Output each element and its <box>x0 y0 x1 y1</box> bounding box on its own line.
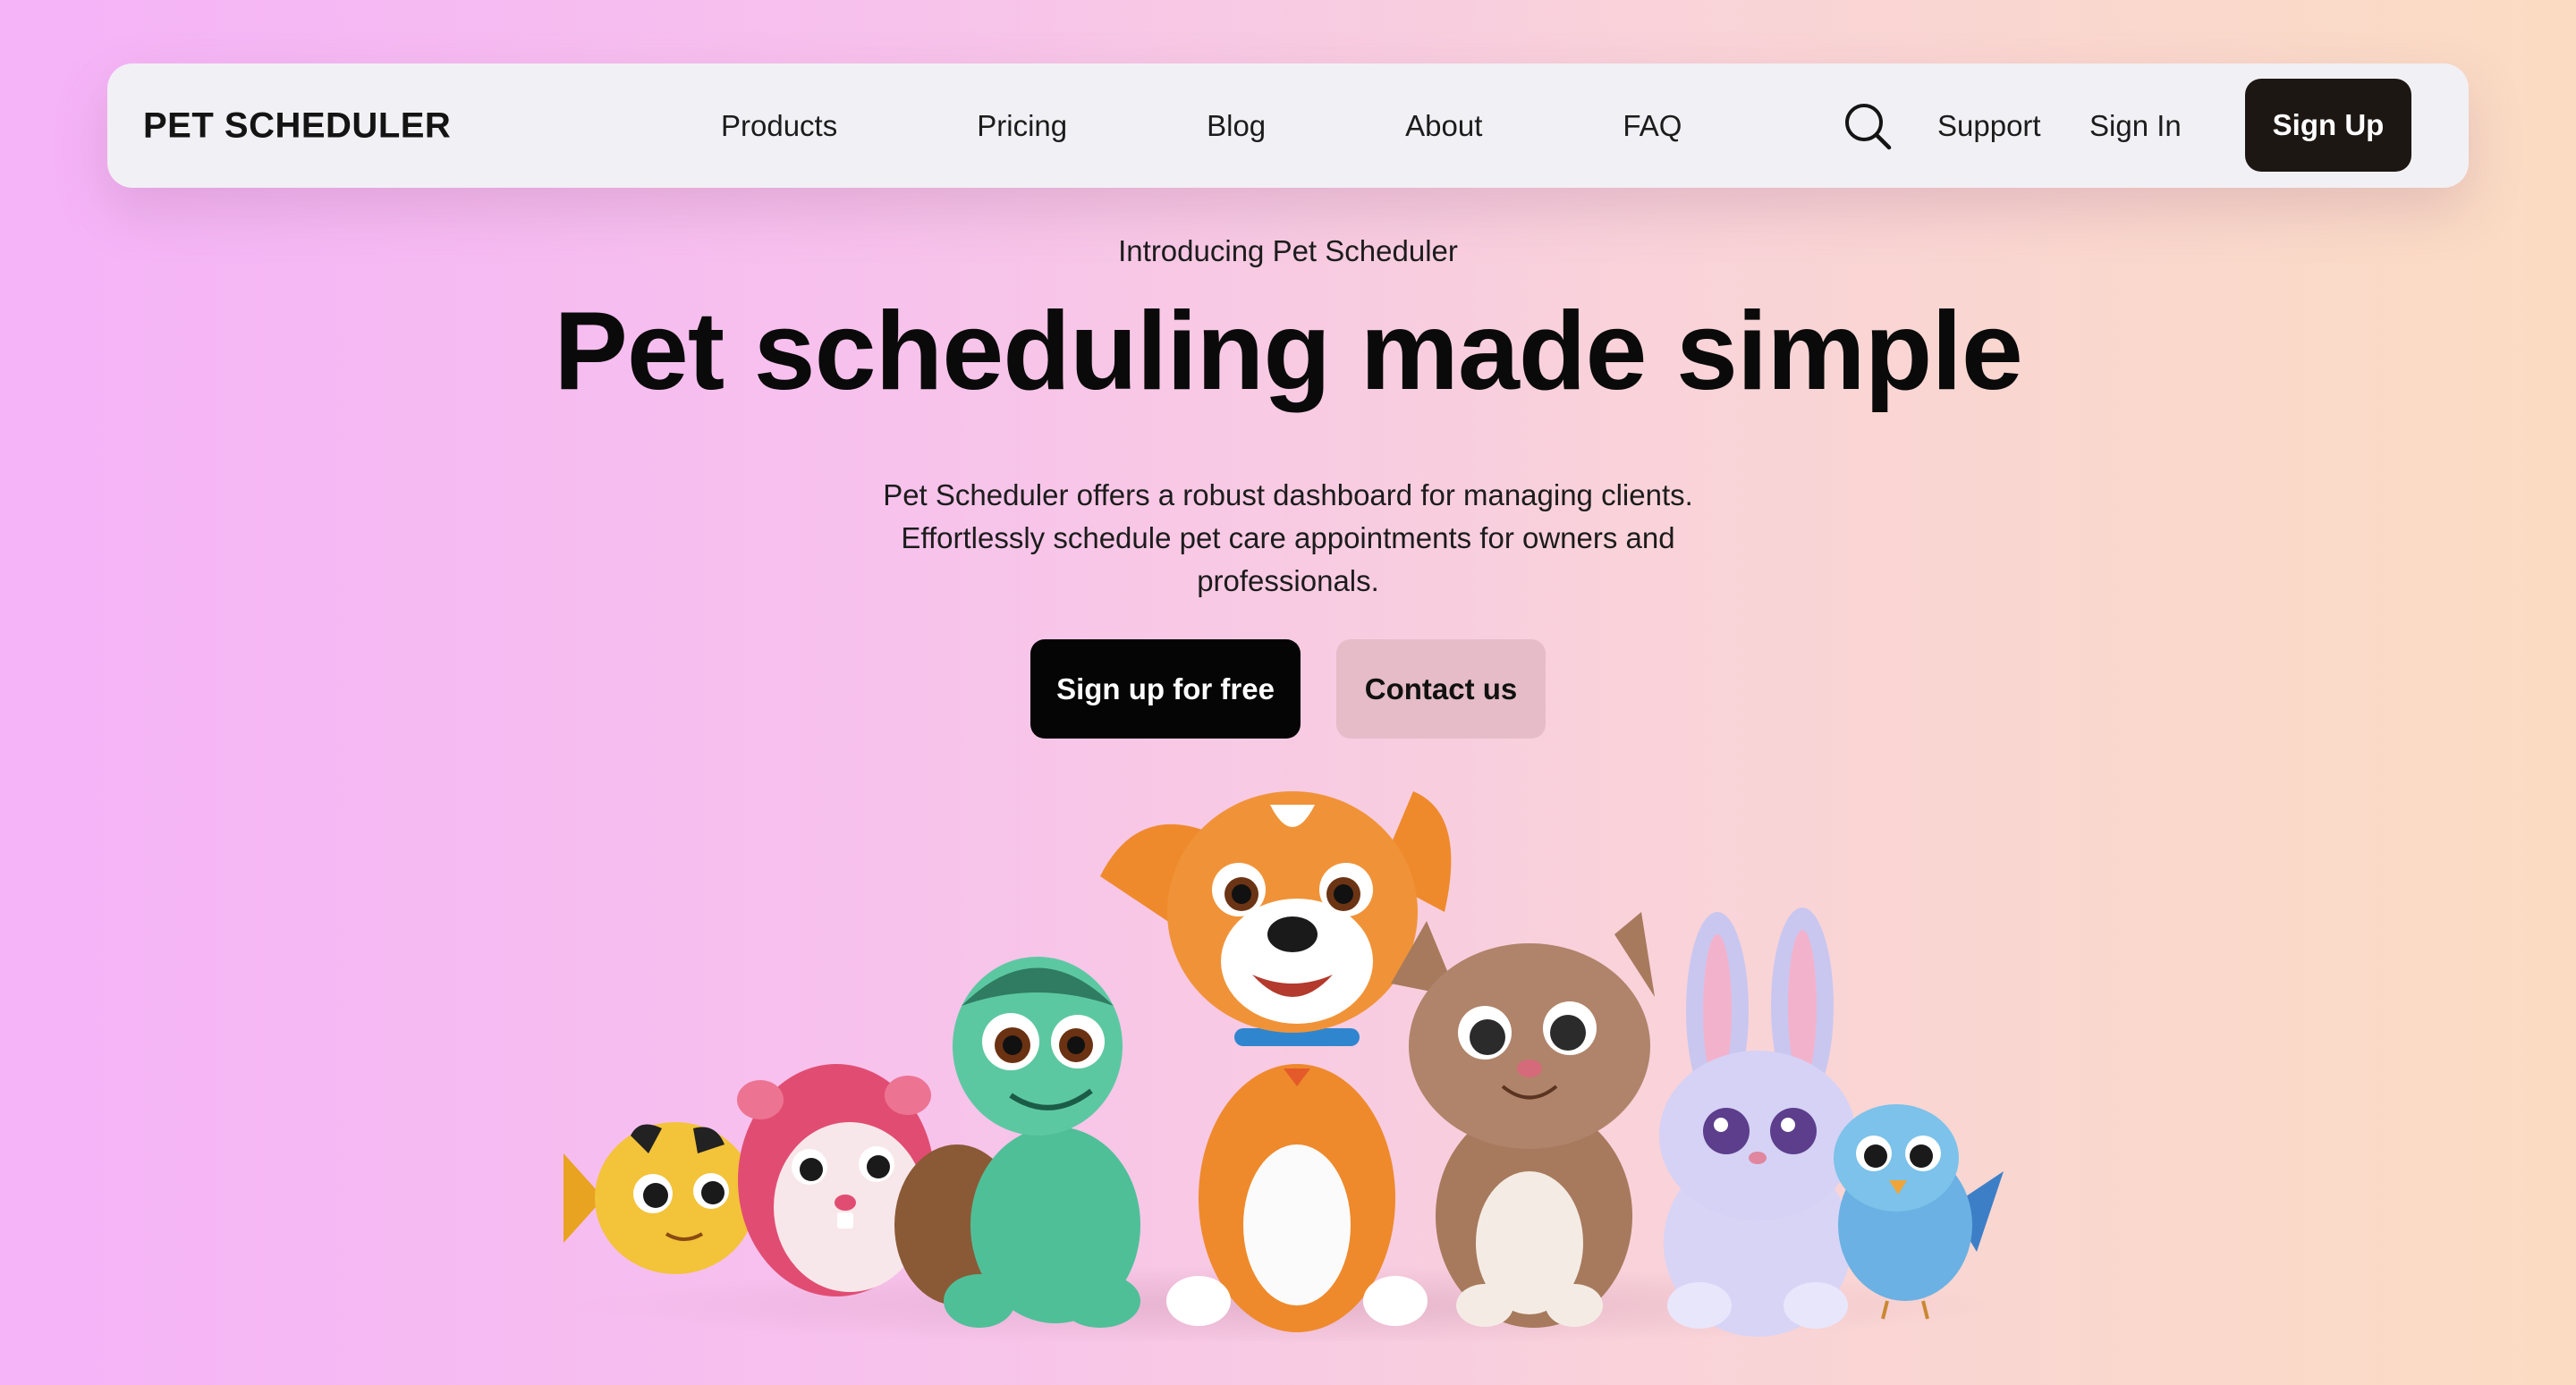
support-link[interactable]: Support <box>1937 109 2041 143</box>
turtle-illustration <box>894 957 1140 1328</box>
navbar: PET SCHEDULER Products Pricing Blog Abou… <box>107 63 2469 188</box>
nav-link-products[interactable]: Products <box>721 109 837 143</box>
bunny-illustration <box>1659 908 1856 1337</box>
nav-link-blog[interactable]: Blog <box>1207 109 1266 143</box>
sign-up-free-button[interactable]: Sign up for free <box>1030 639 1301 739</box>
fish-illustration <box>564 1122 756 1274</box>
nav-link-faq[interactable]: FAQ <box>1623 109 1682 143</box>
dog-illustration <box>1100 791 1452 1332</box>
nav-link-about[interactable]: About <box>1405 109 1482 143</box>
nav-link-pricing[interactable]: Pricing <box>977 109 1067 143</box>
hero-eyebrow: Introducing Pet Scheduler <box>1118 234 1458 267</box>
search-icon[interactable] <box>1843 101 1893 151</box>
hero-headline: Pet scheduling made simple <box>554 290 2023 413</box>
contact-us-button[interactable]: Contact us <box>1336 639 1546 739</box>
pets-illustration <box>564 791 2004 1341</box>
cat-illustration <box>1391 912 1655 1328</box>
sign-up-button[interactable]: Sign Up <box>2245 79 2411 172</box>
nav-links: Products Pricing Blog About FAQ <box>721 109 1682 143</box>
sign-in-link[interactable]: Sign In <box>2089 109 2182 143</box>
hero-subtext: Pet Scheduler offers a robust dashboard … <box>883 478 1693 597</box>
brand-logo[interactable]: PET SCHEDULER <box>143 106 451 146</box>
